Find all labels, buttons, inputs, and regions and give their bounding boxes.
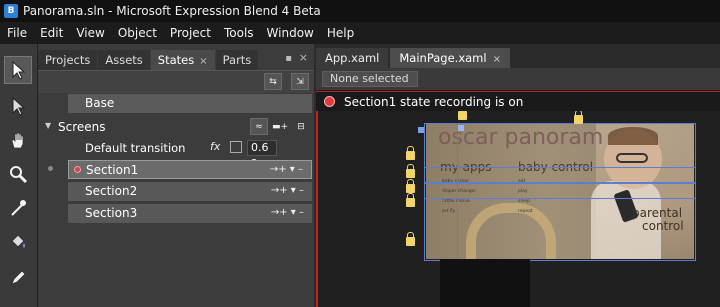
tab-assets[interactable]: Assets <box>98 50 150 70</box>
tab-projects-label: Projects <box>45 53 91 67</box>
transition-duration-input[interactable]: 0.6 s <box>247 140 277 168</box>
breadcrumb-bar: None selected <box>316 68 720 90</box>
turn-off-recording-icon[interactable]: ⇲ <box>291 73 309 90</box>
state-indicator-icon <box>48 166 53 171</box>
document-tabs: App.xaml MainPage.xaml × <box>316 44 720 68</box>
state-label: Section2 <box>85 184 138 198</box>
window-title: Panorama.sln - Microsoft Expression Blen… <box>23 4 321 18</box>
tab-states-label: States <box>157 53 195 67</box>
state-group-screens[interactable]: ▼ Screens ≈ ▬+ ⊟ <box>38 117 314 137</box>
states-panel: Projects Assets States × Parts ▪ × ⇆ ⇲ Ba… <box>38 44 314 307</box>
close-icon[interactable]: × <box>299 51 308 64</box>
add-state-icon[interactable]: ▬+ <box>271 118 289 135</box>
lock-icon[interactable] <box>406 164 415 178</box>
state-label: Section1 <box>86 163 139 177</box>
toolbox <box>0 44 38 307</box>
state-section3[interactable]: Section3 →+ ▾ – <box>38 203 314 223</box>
group-label: Screens <box>58 120 106 134</box>
menu-project[interactable]: Project <box>163 26 217 40</box>
menu-tools[interactable]: Tools <box>217 26 260 40</box>
zoom-icon[interactable] <box>4 160 32 188</box>
design-canvas[interactable]: oscar panoram my apps baby control paren… <box>316 111 720 307</box>
recording-icon <box>74 166 81 173</box>
pen-icon[interactable] <box>4 264 32 292</box>
add-transition-icon[interactable]: →+ ▾ – <box>271 207 304 218</box>
direct-selection-icon[interactable] <box>4 92 32 120</box>
tab-projects[interactable]: Projects <box>38 50 98 70</box>
state-box[interactable]: Section1 →+ ▾ – <box>68 160 312 179</box>
tab-app-xaml[interactable]: App.xaml <box>316 48 389 68</box>
state-section1[interactable]: Section1 →+ ▾ – <box>38 159 314 179</box>
tab-parts[interactable]: Parts <box>215 50 259 70</box>
tab-label: App.xaml <box>325 51 380 65</box>
canvas-shadow <box>440 259 530 307</box>
column-guide <box>424 123 458 261</box>
lock-icon[interactable] <box>406 179 415 193</box>
tab-parts-label: Parts <box>222 53 252 67</box>
delete-group-icon[interactable]: ⊟ <box>292 118 310 135</box>
document-area: App.xaml MainPage.xaml × None selected Se… <box>316 44 720 307</box>
base-state[interactable]: Base <box>68 94 312 113</box>
menu-file[interactable]: File <box>0 26 33 40</box>
menu-window[interactable]: Window <box>260 26 320 40</box>
recording-status: Section1 state recording is on <box>344 95 524 109</box>
lock-icon[interactable] <box>406 146 415 160</box>
lock-icon[interactable] <box>458 111 467 120</box>
close-icon[interactable]: × <box>493 54 501 65</box>
menu-edit[interactable]: Edit <box>33 26 69 40</box>
tab-states[interactable]: States × <box>150 50 215 70</box>
lock-icon[interactable] <box>574 111 583 124</box>
menu-help[interactable]: Help <box>320 26 360 40</box>
state-label: Section3 <box>85 206 138 220</box>
expander-down-icon[interactable]: ▼ <box>45 121 51 130</box>
recording-bar: Section1 state recording is on <box>316 91 720 112</box>
pan-hand-icon[interactable] <box>4 126 32 154</box>
base-state-label: Base <box>85 96 115 110</box>
add-transition-icon[interactable]: →+ ▾ – <box>271 185 304 196</box>
menu-bar: File Edit View Object Project Tools Wind… <box>0 22 720 44</box>
tab-assets-label: Assets <box>105 53 143 67</box>
tab-mainpage-xaml[interactable]: MainPage.xaml × <box>390 48 510 68</box>
grid-marker-icon[interactable] <box>458 125 464 131</box>
menu-object[interactable]: Object <box>111 26 163 40</box>
transition-effect-icon[interactable]: ≈ <box>250 118 268 135</box>
menu-view[interactable]: View <box>69 26 110 40</box>
tab-label: MainPage.xaml <box>399 51 487 65</box>
panel-tabs: Projects Assets States × Parts <box>38 50 314 70</box>
recording-icon[interactable] <box>324 96 335 107</box>
selection-arrow-icon[interactable] <box>4 56 32 84</box>
row-guide <box>424 183 696 199</box>
state-box[interactable]: Section3 →+ ▾ – <box>68 204 312 223</box>
easing-function-icon[interactable]: fx <box>210 140 220 153</box>
default-transition-label: Default transition <box>85 141 186 155</box>
add-transition-icon[interactable]: →+ ▾ – <box>270 164 303 175</box>
add-state-group-icon[interactable]: ⇆ <box>264 73 282 90</box>
easing-curve-icon[interactable] <box>230 141 242 153</box>
default-transition: Default transition fx 0.6 s <box>38 138 314 168</box>
breadcrumb[interactable]: None selected <box>322 71 418 87</box>
grid-marker-icon[interactable] <box>418 127 424 133</box>
title-bar: B Panorama.sln - Microsoft Expression Bl… <box>0 0 720 22</box>
lock-icon[interactable] <box>406 232 415 246</box>
pin-icon[interactable]: ▪ <box>285 53 292 64</box>
eyedropper-icon[interactable] <box>4 194 32 222</box>
lock-icon[interactable] <box>406 193 415 207</box>
state-section2[interactable]: Section2 →+ ▾ – <box>38 181 314 201</box>
state-box[interactable]: Section2 →+ ▾ – <box>68 182 312 201</box>
expression-blend-icon: B <box>4 4 18 18</box>
paint-bucket-icon[interactable] <box>4 228 32 256</box>
states-toolbar: ⇆ ⇲ <box>38 70 314 93</box>
row-guide <box>424 167 696 183</box>
close-icon[interactable]: × <box>199 56 207 67</box>
